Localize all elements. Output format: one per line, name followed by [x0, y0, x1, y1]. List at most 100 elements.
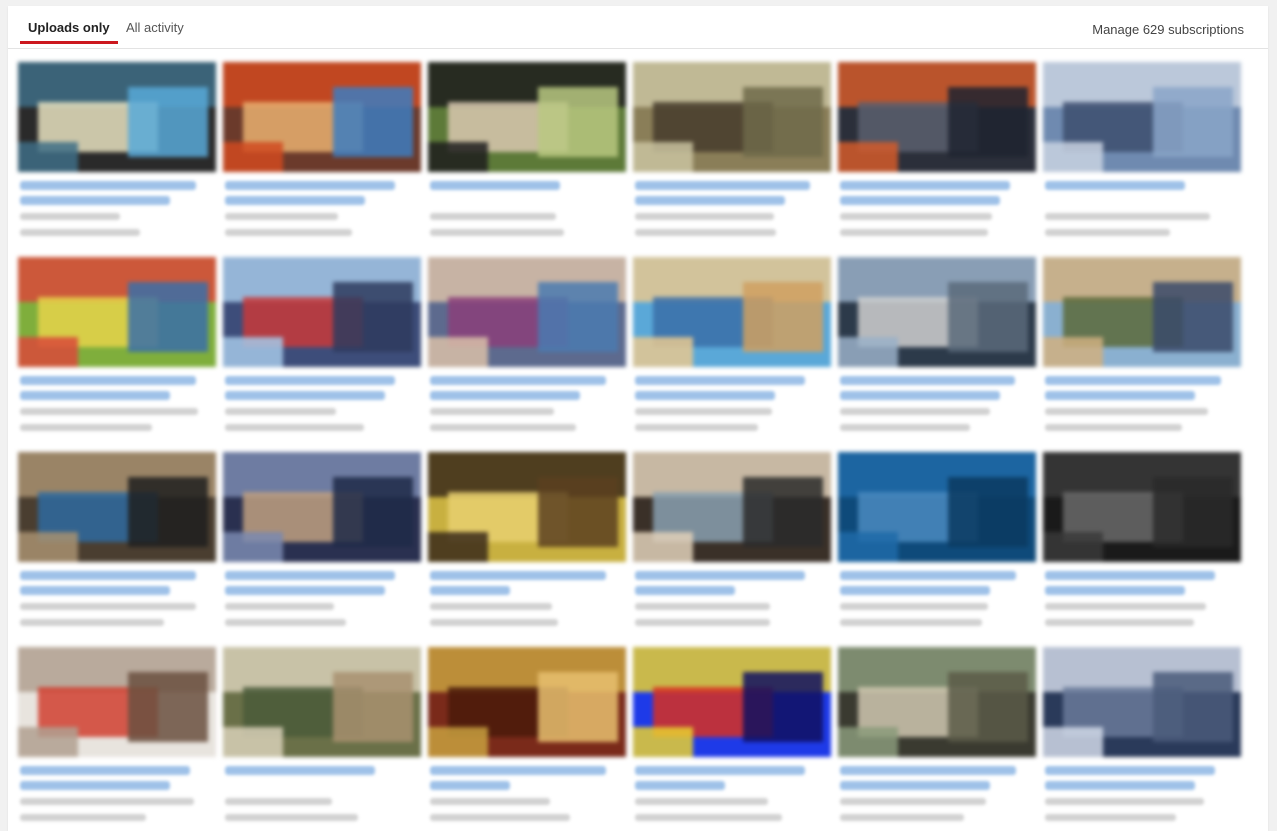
- video-title-line-2[interactable]: [225, 586, 385, 595]
- channel-name[interactable]: [840, 213, 992, 220]
- video-card[interactable]: [838, 257, 1038, 443]
- video-card[interactable]: [838, 62, 1038, 248]
- channel-name[interactable]: [1045, 213, 1210, 220]
- channel-name[interactable]: [635, 213, 774, 220]
- video-title-line-2[interactable]: [635, 781, 725, 790]
- video-thumbnail[interactable]: [633, 452, 831, 562]
- video-thumbnail[interactable]: [633, 62, 831, 172]
- video-card[interactable]: [428, 62, 628, 248]
- channel-name[interactable]: [225, 603, 334, 610]
- video-title-line-2[interactable]: [225, 391, 385, 400]
- video-title[interactable]: [1045, 571, 1215, 580]
- video-title-line-2[interactable]: [840, 196, 1000, 205]
- video-title[interactable]: [20, 376, 196, 385]
- video-thumbnail[interactable]: [18, 62, 216, 172]
- video-thumbnail[interactable]: [18, 647, 216, 757]
- video-thumbnail[interactable]: [1043, 62, 1241, 172]
- video-title-line-2[interactable]: [840, 391, 1000, 400]
- video-title[interactable]: [225, 571, 395, 580]
- video-title[interactable]: [225, 376, 395, 385]
- video-title[interactable]: [225, 766, 375, 775]
- channel-name[interactable]: [20, 408, 198, 415]
- video-thumbnail[interactable]: [1043, 452, 1241, 562]
- video-title[interactable]: [430, 571, 606, 580]
- video-thumbnail[interactable]: [18, 257, 216, 367]
- video-card[interactable]: [428, 452, 628, 638]
- video-title[interactable]: [1045, 376, 1221, 385]
- video-card[interactable]: [1043, 257, 1243, 443]
- video-card[interactable]: [1043, 452, 1243, 638]
- channel-name[interactable]: [20, 603, 196, 610]
- channel-name[interactable]: [20, 213, 120, 220]
- video-thumbnail[interactable]: [223, 257, 421, 367]
- video-card[interactable]: [633, 62, 833, 248]
- channel-name[interactable]: [1045, 798, 1204, 805]
- channel-name[interactable]: [635, 603, 770, 610]
- video-title[interactable]: [430, 181, 560, 190]
- video-thumbnail[interactable]: [633, 257, 831, 367]
- video-thumbnail[interactable]: [838, 257, 1036, 367]
- video-title[interactable]: [1045, 181, 1185, 190]
- video-title-line-2[interactable]: [635, 586, 735, 595]
- video-title[interactable]: [1045, 766, 1215, 775]
- channel-name[interactable]: [635, 798, 768, 805]
- channel-name[interactable]: [20, 798, 194, 805]
- channel-name[interactable]: [635, 408, 772, 415]
- video-title-line-2[interactable]: [430, 781, 510, 790]
- video-thumbnail[interactable]: [428, 62, 626, 172]
- video-card[interactable]: [223, 647, 423, 831]
- video-title[interactable]: [840, 766, 1016, 775]
- video-card[interactable]: [18, 257, 218, 443]
- video-title[interactable]: [430, 376, 606, 385]
- channel-name[interactable]: [1045, 603, 1206, 610]
- video-title-line-2[interactable]: [1045, 781, 1195, 790]
- video-card[interactable]: [223, 257, 423, 443]
- video-title[interactable]: [635, 181, 810, 190]
- tab-all-activity[interactable]: All activity: [126, 20, 184, 44]
- video-card[interactable]: [428, 257, 628, 443]
- video-title-line-2[interactable]: [225, 196, 365, 205]
- channel-name[interactable]: [840, 603, 988, 610]
- video-title[interactable]: [635, 766, 805, 775]
- video-title[interactable]: [840, 181, 1010, 190]
- video-title[interactable]: [430, 766, 606, 775]
- channel-name[interactable]: [1045, 408, 1208, 415]
- video-title-line-2[interactable]: [1045, 391, 1195, 400]
- video-title[interactable]: [840, 571, 1016, 580]
- video-title[interactable]: [840, 376, 1015, 385]
- video-title[interactable]: [635, 571, 805, 580]
- video-card[interactable]: [428, 647, 628, 831]
- video-card[interactable]: [838, 452, 1038, 638]
- channel-name[interactable]: [225, 408, 336, 415]
- video-card[interactable]: [633, 647, 833, 831]
- video-title-line-2[interactable]: [635, 391, 775, 400]
- video-card[interactable]: [1043, 647, 1243, 831]
- video-title-line-2[interactable]: [1045, 586, 1185, 595]
- video-thumbnail[interactable]: [633, 647, 831, 757]
- video-card[interactable]: [223, 62, 423, 248]
- video-card[interactable]: [633, 257, 833, 443]
- video-title-line-2[interactable]: [840, 586, 990, 595]
- video-title-line-2[interactable]: [20, 781, 170, 790]
- video-title[interactable]: [20, 571, 196, 580]
- video-thumbnail[interactable]: [223, 452, 421, 562]
- video-thumbnail[interactable]: [223, 647, 421, 757]
- channel-name[interactable]: [225, 798, 332, 805]
- channel-name[interactable]: [840, 408, 990, 415]
- video-card[interactable]: [18, 62, 218, 248]
- video-title-line-2[interactable]: [20, 391, 170, 400]
- video-thumbnail[interactable]: [838, 647, 1036, 757]
- video-thumbnail[interactable]: [838, 62, 1036, 172]
- video-title-line-2[interactable]: [840, 781, 990, 790]
- video-card[interactable]: [18, 452, 218, 638]
- tab-uploads-only[interactable]: Uploads only: [20, 20, 118, 44]
- video-thumbnail[interactable]: [428, 452, 626, 562]
- channel-name[interactable]: [430, 798, 550, 805]
- video-thumbnail[interactable]: [1043, 257, 1241, 367]
- video-card[interactable]: [18, 647, 218, 831]
- channel-name[interactable]: [430, 408, 554, 415]
- video-thumbnail[interactable]: [428, 257, 626, 367]
- manage-subscriptions-link[interactable]: Manage 629 subscriptions: [1092, 22, 1244, 37]
- video-card[interactable]: [633, 452, 833, 638]
- video-title-line-2[interactable]: [20, 196, 170, 205]
